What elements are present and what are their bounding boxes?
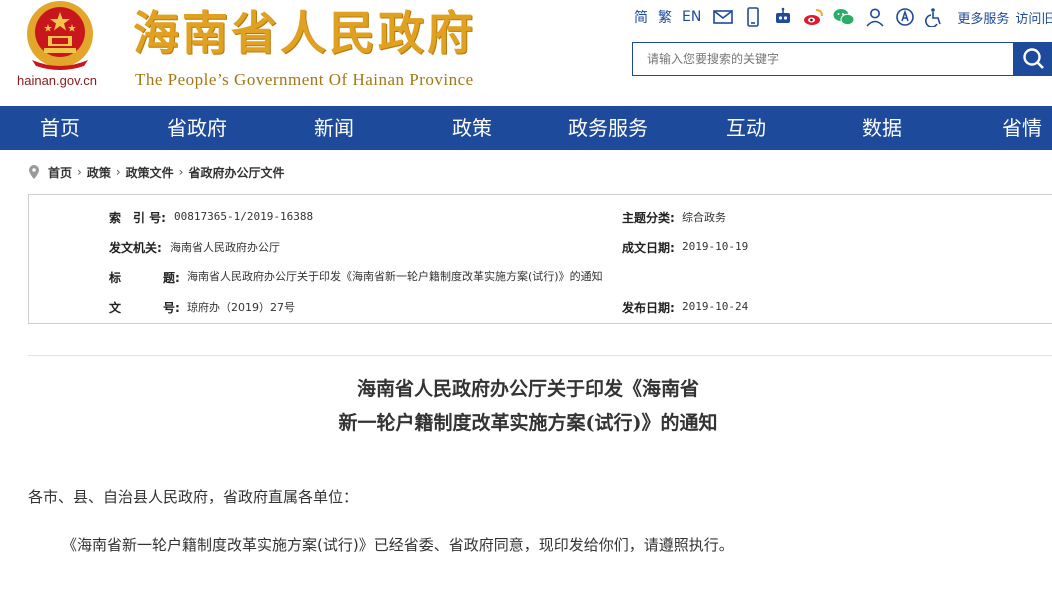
category-label: 主题分类:: [622, 211, 675, 225]
search-icon: [1023, 48, 1044, 69]
divider: [28, 355, 1052, 356]
document-title-line-2: 新一轮户籍制度改革实施方案(试行)》的通知: [338, 412, 718, 434]
user-icon[interactable]: [865, 7, 885, 27]
site-subtitle: The People’s Government Of Hainan Provin…: [135, 70, 474, 89]
breadcrumb-separator-icon: ›: [115, 165, 121, 179]
document-title-line-1: 海南省人民政府办公厅关于印发《海南省: [356, 378, 699, 400]
index-number-value: 00817365-1/2019-16388: [174, 210, 314, 223]
nav-interaction[interactable]: 互动: [706, 106, 786, 150]
english-link[interactable]: EN: [682, 9, 701, 25]
visit-old-site-link[interactable]: 访问旧: [1015, 8, 1052, 27]
nav-government-services[interactable]: 政务服务: [554, 106, 662, 150]
title-label-suffix: 题:: [163, 271, 180, 285]
nav-home[interactable]: 首页: [18, 106, 102, 150]
top-links: 简 繁 EN 更多服务 访问旧: [634, 6, 1052, 28]
issuer-value: 海南省人民政府办公厅: [170, 241, 280, 254]
issuer-label: 发文机关:: [109, 241, 162, 255]
index-number-label: 索 引 号:: [109, 211, 166, 225]
elderly-mode-icon[interactable]: [895, 7, 915, 27]
created-date-label: 成文日期:: [622, 241, 675, 255]
breadcrumb-office-documents[interactable]: 省政府办公厅文件: [188, 164, 284, 181]
body-paragraph: 《海南省新一轮户籍制度改革实施方案(试行)》已经省委、省政府同意，现印发给你们，…: [62, 536, 734, 554]
published-date-label: 发布日期:: [622, 301, 675, 315]
category-value: 综合政务: [682, 211, 726, 224]
published-date-value: 2019-10-24: [682, 300, 749, 313]
mail-icon[interactable]: [713, 7, 734, 27]
nav-province-government[interactable]: 省政府: [150, 106, 244, 150]
docno-label-char: 文: [109, 301, 122, 315]
breadcrumb-policy[interactable]: 政策: [87, 164, 111, 181]
title-label-char: 标: [109, 271, 122, 285]
site-title[interactable]: 海南省人民政府: [133, 2, 476, 64]
breadcrumb-policy-documents[interactable]: 政策文件: [126, 164, 174, 181]
nav-policy[interactable]: 政策: [432, 106, 512, 150]
document-info-box: 索 引 号: 00817365-1/2019-16388 主题分类: 综合政务 …: [28, 194, 1052, 324]
salutation-paragraph: 各市、县、自治县人民政府，省政府直属各单位：: [28, 488, 359, 506]
traditional-chinese-link[interactable]: 繁: [658, 7, 672, 27]
main-nav: 首页 省政府 新闻 政策 政务服务 互动 数据 省情: [0, 106, 1052, 150]
location-pin-icon: [29, 165, 39, 179]
accessibility-icon[interactable]: [925, 7, 945, 27]
mobile-icon[interactable]: [743, 7, 763, 27]
simplified-chinese-link[interactable]: 简: [634, 7, 648, 27]
national-emblem-icon[interactable]: [22, 0, 98, 72]
nav-data[interactable]: 数据: [842, 106, 922, 150]
more-services-link[interactable]: 更多服务: [957, 8, 1009, 27]
nav-news[interactable]: 新闻: [294, 106, 374, 150]
document-title: 海南省人民政府办公厅关于印发《海南省 新一轮户籍制度改革实施方案(试行)》的通知: [28, 372, 1028, 440]
nav-province-profile[interactable]: 省情: [982, 106, 1052, 150]
search-box: [632, 42, 1021, 76]
robot-icon[interactable]: [773, 7, 793, 27]
search-button[interactable]: [1014, 42, 1052, 76]
docno-value: 琼府办（2019）27号: [187, 301, 295, 314]
weibo-icon[interactable]: [803, 7, 824, 27]
created-date-value: 2019-10-19: [682, 240, 749, 253]
breadcrumb-home[interactable]: 首页: [48, 164, 72, 181]
search-input[interactable]: [633, 43, 1021, 75]
docno-label-suffix: 号:: [163, 301, 180, 315]
site-header: hainan.gov.cn 海南省人民政府 The People’s Gover…: [0, 0, 1052, 106]
title-value: 海南省人民政府办公厅关于印发《海南省新一轮户籍制度改革实施方案(试行)》的通知: [187, 270, 603, 283]
breadcrumb-separator-icon: ›: [178, 165, 184, 179]
wechat-icon[interactable]: [833, 7, 855, 27]
breadcrumb: 首页 › 政策 › 政策文件 › 省政府办公厅文件: [28, 163, 285, 181]
breadcrumb-separator-icon: ›: [77, 165, 82, 179]
site-domain: hainan.gov.cn: [17, 73, 97, 88]
